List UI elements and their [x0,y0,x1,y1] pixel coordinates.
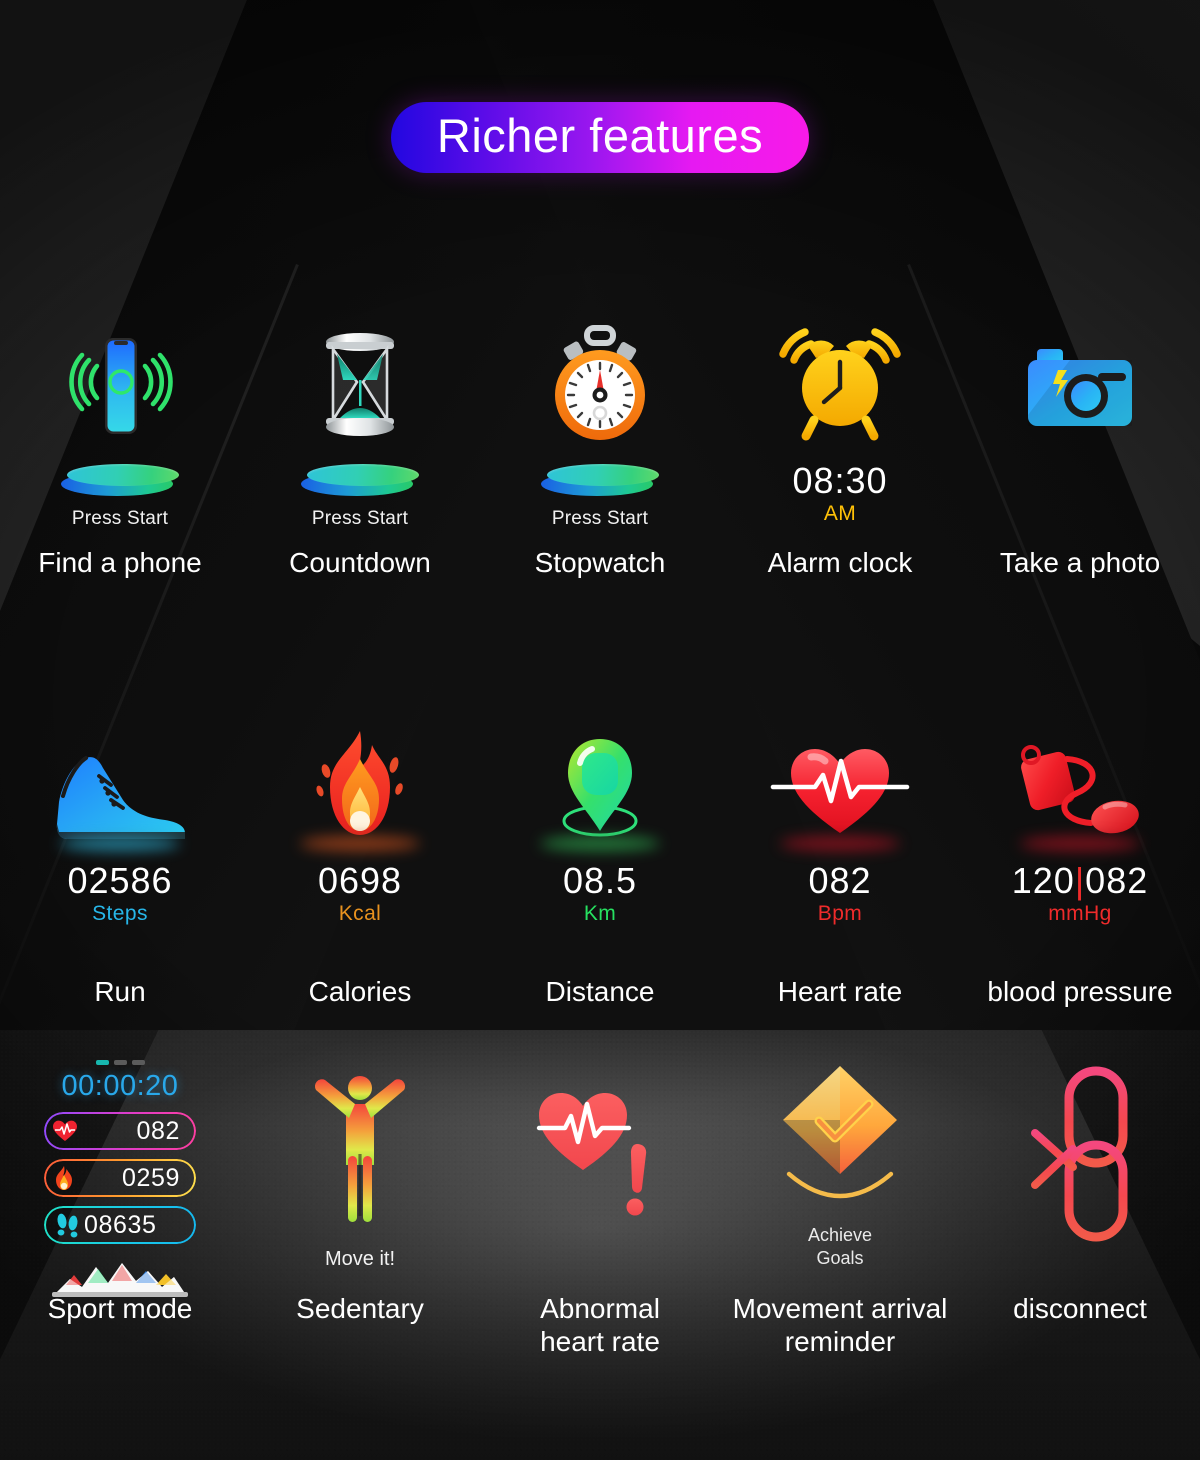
feature-take-a-photo[interactable]: Take a photo [960,300,1200,578]
mountain-chart-icon [52,1263,188,1297]
feature-stopwatch[interactable]: Press Start Stopwatch [480,300,720,578]
heart-pulse-icon [720,700,960,850]
page-title-pill: Richer features [390,102,810,173]
abnormal-heart-icon [480,1060,720,1240]
hourglass-icon [240,300,480,450]
broken-link-icon [960,1060,1200,1250]
feature-caption: Movement arrival reminder [732,1293,948,1358]
sport-stat-steps: 08635 [44,1206,196,1244]
feature-caption: Sedentary [296,1293,424,1324]
feature-caption: Calories [308,976,412,1007]
feature-hint: Press Start [71,508,169,529]
calories-unit: Kcal [338,901,382,925]
feature-find-a-phone[interactable]: Press Start Find a phone [0,300,240,578]
icon-platform [301,464,419,496]
feature-hint: Press Start [551,508,649,529]
sport-watch-screen-icon: 00:00:20 082 0259 [36,1060,204,1297]
standing-person-icon [240,1060,480,1240]
heart-rate-unit: Bpm [817,901,863,925]
feature-caption: Sport mode [47,1293,193,1324]
feature-caption: disconnect [1013,1293,1147,1324]
feature-caption: Run [94,976,146,1007]
sport-timer-value: 00:00:20 [61,1070,179,1102]
steps-unit: Steps [92,901,148,925]
icon-platform [541,464,659,496]
feature-caption: Alarm clock [767,547,913,578]
row-alerts: 00:00:20 082 0259 [0,1060,1200,1357]
alarm-time-value: 08:30 [792,460,888,501]
phone-signal-icon [0,300,240,450]
blood-pressure-value: 120|082 [1011,860,1149,901]
feature-caption: Distance [545,976,655,1007]
feature-sport-mode[interactable]: 00:00:20 082 0259 [0,1060,240,1324]
feature-hint: Achieve Goals [807,1225,873,1268]
distance-value: 08.5 [562,860,638,901]
alarm-time-unit: AM [823,501,857,525]
stopwatch-icon [480,300,720,450]
page-title: Richer features [0,102,1200,173]
location-pin-icon [480,700,720,850]
feature-distance[interactable]: 08.5 Km Distance [480,700,720,1007]
feature-caption: Heart rate [777,976,903,1007]
feature-blood-pressure[interactable]: 120|082 mmHg blood pressure [960,700,1200,1007]
camera-icon [960,300,1200,450]
steps-value: 02586 [67,860,173,901]
icon-platform [61,464,179,496]
heart-rate-value: 082 [808,860,872,901]
running-shoe-icon [0,700,240,850]
feature-caption: Abnormal heart rate [540,1293,660,1358]
feature-movement-arrival-reminder[interactable]: Achieve Goals Movement arrival reminder [720,1060,960,1357]
feature-sedentary[interactable]: Move it! Sedentary [240,1060,480,1324]
feature-showcase-page: Richer features Press Start Find a phone… [0,0,1200,1460]
feature-caption: Stopwatch [534,547,666,578]
feature-caption: blood pressure [987,976,1173,1007]
goal-badge-icon [720,1060,960,1220]
feature-caption: Countdown [289,547,431,578]
distance-unit: Km [583,901,617,925]
row-fitness: 02586 Steps Run 0698 Kcal Calories 08.5 … [0,700,1200,1007]
feature-disconnect[interactable]: disconnect [960,1060,1200,1324]
feature-hint: Move it! [324,1248,396,1270]
blood-pressure-unit: mmHg [1048,901,1112,925]
feature-alarm-clock[interactable]: 08:30 AM Alarm clock [720,300,960,578]
alarm-clock-icon [720,300,960,450]
feature-caption: Take a photo [999,547,1161,578]
feature-countdown[interactable]: Press Start Countdown [240,300,480,578]
page-indicator-dots [95,1060,145,1065]
sport-stat-heart-rate: 082 [44,1112,196,1150]
feature-calories[interactable]: 0698 Kcal Calories [240,700,480,1007]
feature-hint: Press Start [311,508,409,529]
flame-icon [240,700,480,850]
feature-run[interactable]: 02586 Steps Run [0,700,240,1007]
calories-value: 0698 [317,860,403,901]
feature-abnormal-heart-rate[interactable]: Abnormal heart rate [480,1060,720,1357]
sport-stat-calories: 0259 [44,1159,196,1197]
row-utilities: Press Start Find a phone Press Start Cou… [0,300,1200,578]
feature-heart-rate[interactable]: 082 Bpm Heart rate [720,700,960,1007]
feature-caption: Find a phone [38,547,202,578]
blood-pressure-icon [960,700,1200,850]
